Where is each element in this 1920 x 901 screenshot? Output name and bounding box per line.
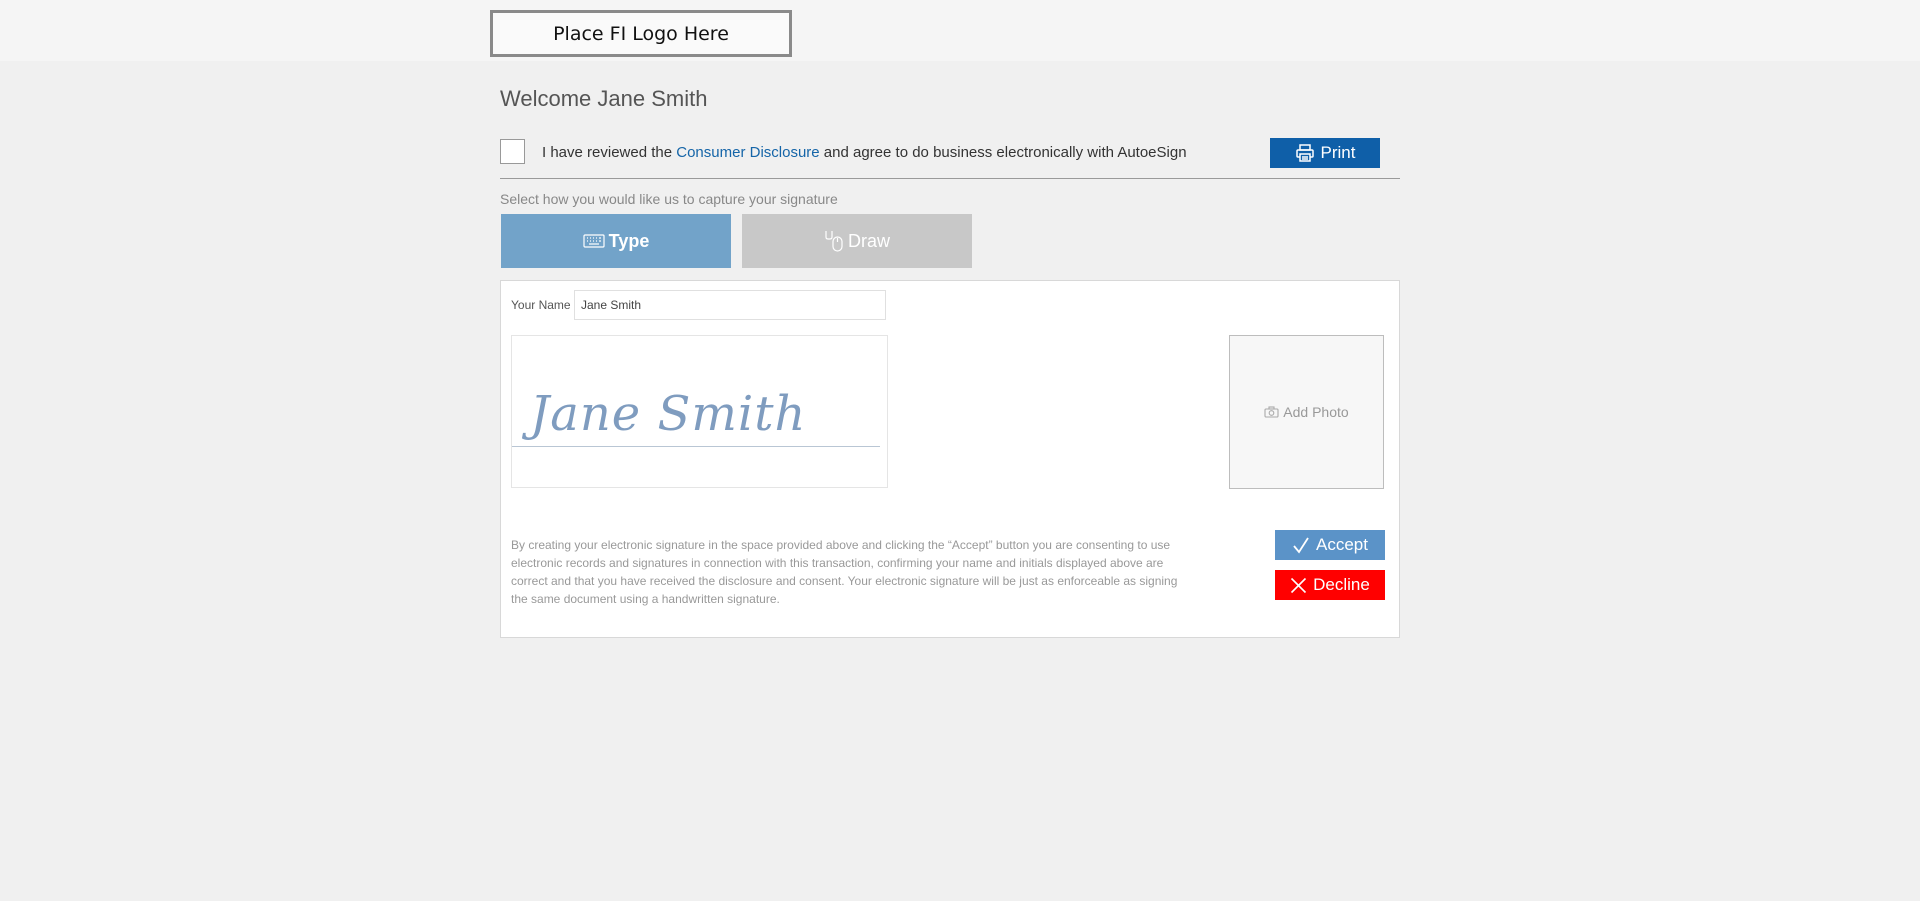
keyboard-icon — [583, 234, 605, 248]
printer-icon — [1295, 143, 1315, 163]
logo-placeholder-text: Place FI Logo Here — [553, 22, 729, 45]
tab-draw-label: Draw — [847, 230, 890, 251]
accept-button[interactable]: Accept — [1275, 530, 1385, 560]
print-button-label: Print — [1320, 143, 1356, 162]
signature-baseline — [512, 446, 880, 447]
tab-type-label: Type — [608, 230, 650, 251]
decline-button-label: Decline — [1313, 575, 1370, 594]
page-title: Welcome Jane Smith — [500, 86, 708, 111]
disclosure-agree-checkbox[interactable] — [500, 139, 525, 164]
consent-text: By creating your electronic signature in… — [511, 538, 1178, 606]
checkmark-icon — [1292, 536, 1310, 554]
tab-draw[interactable]: Draw — [742, 214, 972, 268]
your-name-label: Your Name — [511, 298, 571, 312]
accept-button-label: Accept — [1316, 535, 1368, 554]
decline-button[interactable]: Decline — [1275, 570, 1385, 600]
signature-preview-text: Jane Smith — [530, 386, 807, 442]
disclosure-suffix: and agree to do business electronically … — [819, 144, 1187, 161]
camera-icon — [1264, 406, 1279, 418]
logo-placeholder: Place FI Logo Here — [490, 10, 792, 57]
tab-type[interactable]: Type — [501, 214, 731, 268]
capture-method-label: Select how you would like us to capture … — [500, 191, 838, 207]
add-photo-button[interactable]: Add Photo — [1229, 335, 1384, 489]
close-icon — [1290, 577, 1307, 594]
add-photo-label: Add Photo — [1283, 404, 1349, 420]
print-button[interactable]: Print — [1270, 138, 1380, 168]
your-name-input[interactable] — [574, 290, 886, 320]
disclosure-agree-text: I have reviewed the Consumer Disclosure … — [542, 144, 1187, 161]
section-divider — [500, 178, 1400, 179]
top-bar — [0, 0, 1920, 61]
mouse-icon — [824, 229, 844, 253]
disclosure-prefix: I have reviewed the — [542, 144, 677, 161]
consumer-disclosure-link[interactable]: Consumer Disclosure — [676, 144, 819, 161]
signature-preview-box: Jane Smith — [511, 335, 888, 488]
